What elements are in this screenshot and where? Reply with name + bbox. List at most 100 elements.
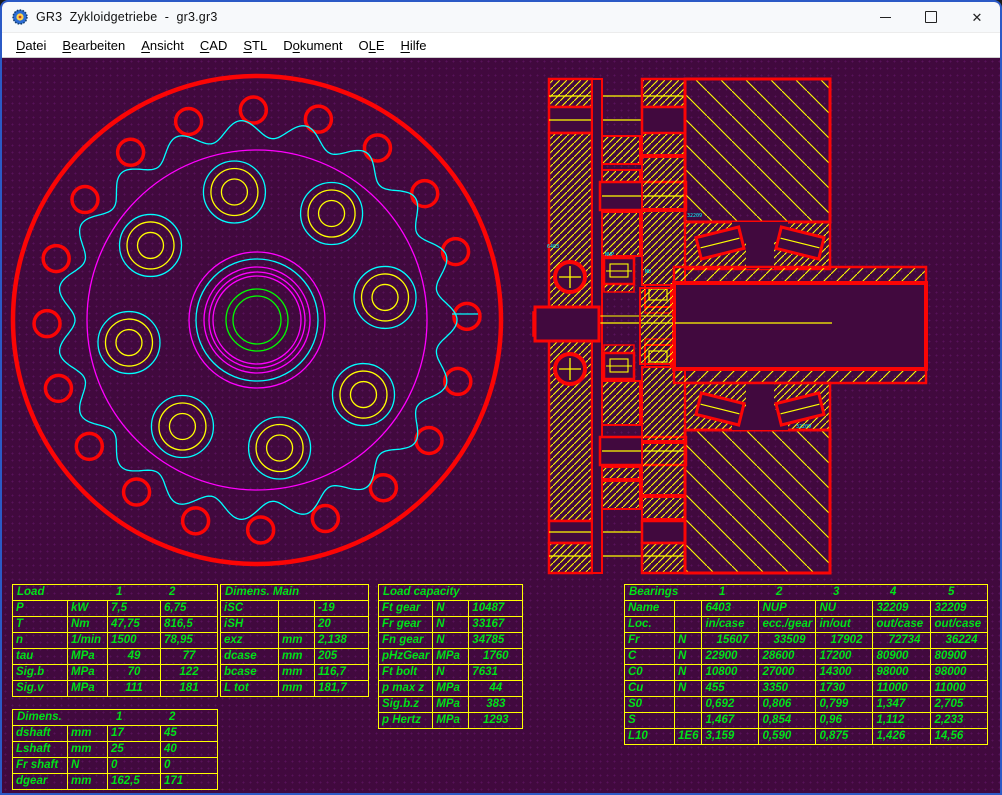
- row-label: Fr: [625, 633, 675, 649]
- drawing-canvas[interactable]: 6403 NUP NU 32209 32209 Load12PkW7,56,75…: [2, 58, 1000, 795]
- row-unit: [675, 617, 702, 633]
- table-cell: 27000: [759, 665, 816, 681]
- menu-item-datei[interactable]: Datei: [8, 36, 54, 55]
- table-cell: 6403: [702, 601, 759, 617]
- table-cell: 11000: [931, 681, 988, 697]
- table-cell: 171: [161, 774, 218, 790]
- table-cell: 1730: [816, 681, 873, 697]
- row-unit: N: [675, 665, 702, 681]
- row-label: Lshaft: [13, 742, 68, 758]
- table-cell: 3,159: [702, 729, 759, 745]
- table-cell: 162,5: [108, 774, 161, 790]
- table-cell: 17902: [816, 633, 873, 649]
- table-column-header: 1: [116, 711, 122, 724]
- row-unit: 1/min: [68, 633, 108, 649]
- table-cell: 455: [702, 681, 759, 697]
- table-cell: 0,96: [816, 713, 873, 729]
- table-cell: NUP: [759, 601, 816, 617]
- minimize-button[interactable]: [862, 2, 908, 32]
- table-cell: 116,7: [315, 665, 369, 681]
- table-cell: 70: [108, 665, 161, 681]
- row-unit: N: [675, 649, 702, 665]
- table-cell: 10487: [469, 601, 523, 617]
- close-icon: ✕: [972, 11, 983, 24]
- row-unit: N: [433, 665, 469, 681]
- maximize-button[interactable]: [908, 2, 954, 32]
- row-label: P: [13, 601, 68, 617]
- menu-item-ansicht[interactable]: Ansicht: [133, 36, 192, 55]
- table-cell: 6,75: [161, 601, 218, 617]
- table-cell: 80900: [931, 649, 988, 665]
- menu-item-dokument[interactable]: Dokument: [275, 36, 350, 55]
- table-column-header: 4: [890, 586, 896, 599]
- cycloid-disc-profile: [60, 121, 457, 520]
- table-column-header: 1: [116, 586, 122, 599]
- menu-item-stl[interactable]: STL: [235, 36, 275, 55]
- row-unit: [279, 601, 315, 617]
- row-unit: N: [433, 601, 469, 617]
- table-title: Bearings: [629, 586, 678, 599]
- bearing-label-1: 6403: [547, 244, 559, 250]
- table-cell: 32209: [931, 601, 988, 617]
- minimize-icon: [880, 17, 891, 18]
- table-cell: 11000: [873, 681, 931, 697]
- table-cell: 7,5: [108, 601, 161, 617]
- section-view-drawing: 6403 NUP NU 32209 32209: [532, 66, 1002, 578]
- table-cell: 78,95: [161, 633, 218, 649]
- table-cell: 0,875: [816, 729, 873, 745]
- table-cell: ecc./gear: [759, 617, 816, 633]
- table-cell: 2,138: [315, 633, 369, 649]
- menu-item-cad[interactable]: CAD: [192, 36, 235, 55]
- table-cell: 0: [161, 758, 218, 774]
- hub-circles: [189, 252, 325, 388]
- menu-item-hilfe[interactable]: Hilfe: [392, 36, 434, 55]
- table-cell: 1,467: [702, 713, 759, 729]
- close-button[interactable]: ✕: [954, 2, 1000, 32]
- row-unit: N: [675, 633, 702, 649]
- bearing-label-5: 32209: [796, 424, 811, 430]
- table-cell: 33167: [469, 617, 523, 633]
- row-label: iSC: [221, 601, 279, 617]
- table-cell: 25: [108, 742, 161, 758]
- window-controls: ✕: [862, 2, 1000, 32]
- menu-item-bearbeiten[interactable]: Bearbeiten: [54, 36, 133, 55]
- row-unit: [675, 713, 702, 729]
- table-cell: 22900: [702, 649, 759, 665]
- row-unit: MPa: [68, 649, 108, 665]
- table-cell: in/case: [702, 617, 759, 633]
- bearing-label-4: 32209: [687, 213, 702, 219]
- maximize-icon: [925, 11, 937, 23]
- row-unit: mm: [279, 681, 315, 697]
- table-cell: out/case: [873, 617, 931, 633]
- table-cell: 17200: [816, 649, 873, 665]
- row-unit: N: [433, 617, 469, 633]
- row-label: exz: [221, 633, 279, 649]
- row-label: bcase: [221, 665, 279, 681]
- table-cell: 7631: [469, 665, 523, 681]
- ring-pins: [34, 97, 480, 543]
- table-cell: 40: [161, 742, 218, 758]
- row-label: Cu: [625, 681, 675, 697]
- row-label: Sig.b: [13, 665, 68, 681]
- table-column-header: 1: [719, 586, 725, 599]
- table-cell: in/out: [816, 617, 873, 633]
- table-cell: 1,347: [873, 697, 931, 713]
- bearing-label-2: NUP: [605, 252, 614, 258]
- window-title: GR3 Zykloidgetriebe - gr3.gr3: [36, 10, 217, 24]
- row-label: Sig.v: [13, 681, 68, 697]
- eccentric-shaft: [640, 288, 674, 364]
- row-unit: MPa: [433, 649, 469, 665]
- taper-bearing-top: [685, 222, 830, 269]
- table-cell: 28600: [759, 649, 816, 665]
- bolt-section-top: [555, 262, 585, 292]
- row-unit: MPa: [433, 713, 469, 729]
- table-cell: 0: [108, 758, 161, 774]
- row-label: tau: [13, 649, 68, 665]
- menu-item-ole[interactable]: OLE: [350, 36, 392, 55]
- table-cell: 181: [161, 681, 218, 697]
- table-column-header: 5: [948, 586, 954, 599]
- row-label: p Hertz: [379, 713, 433, 729]
- table-cell: 14300: [816, 665, 873, 681]
- table-title: Load capacity: [383, 586, 460, 599]
- row-unit: kW: [68, 601, 108, 617]
